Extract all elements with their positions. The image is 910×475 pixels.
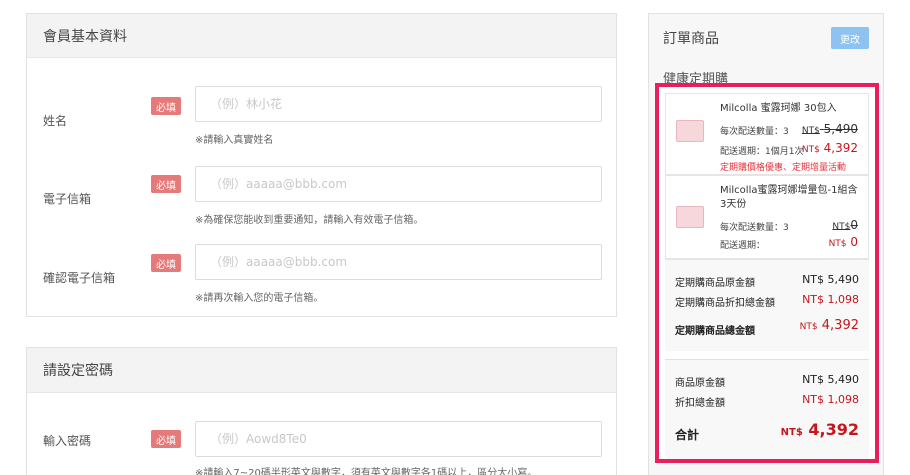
change-button[interactable]: 更改 [831,27,869,49]
grand-summary: 商品原金額 NT$ 5,490 折扣總金額 NT$ 1,098 合計 NT$ 4… [665,359,869,459]
original-price: NT$ 5,490 [801,122,858,136]
subscription-original-value: NT$ 5,490 [802,273,859,286]
promo-text: 定期購價格優惠、定期增量活動 [720,163,847,173]
password-label: 輸入密碼 [43,434,92,448]
name-label: 姓名 [43,114,68,128]
subscription-discount-value: NT$ 1,098 [802,293,859,306]
product-thumbnail [676,120,704,142]
order-item-card: Milcolla 蜜露珂娜 30包入 每次配送數量：3 NT$ 5,490 配送… [665,93,869,175]
product-name: Milcolla 蜜露珂娜 30包入 [720,103,837,114]
grand-discount-label: 折扣總金額 [675,398,725,409]
subscription-total-value: NT$ 4,392 [799,318,859,333]
confirm-email-hint: ※請再次輸入您的電子信箱。 [195,293,324,304]
password-panel: 請設定密碼 輸入密碼 必填 ※請輸入7~20碼半形英文與數字，須有英文與數字各1… [26,347,617,475]
name-hint: ※請輸入真實姓名 [195,135,274,146]
password-input[interactable] [195,421,602,457]
confirm-email-label: 確認電子信箱 [43,271,116,285]
product-name: Milcolla蜜露珂娜增量包-1組含3天份 [720,185,858,210]
original-price: NT$0 [832,218,858,232]
password-title: 請設定密碼 [27,348,616,393]
subscription-original-label: 定期購商品原金額 [675,278,755,289]
confirm-email-required-badge: 必填 [151,254,181,272]
name-required-badge: 必填 [151,97,181,115]
confirm-email-input[interactable] [195,244,602,280]
sale-price: NT$ 4,392 [801,141,858,155]
product-thumbnail [676,206,704,228]
member-info-title: 會員基本資料 [27,14,616,58]
member-info-panel: 會員基本資料 姓名 必填 ※請輸入真實姓名 電子信箱 必填 ※為確保您能收到重要… [26,13,617,317]
password-hint: ※請輸入7~20碼半形英文與數字，須有英文與數字各1碼以上，區分大小寫。 [195,468,538,475]
email-input[interactable] [195,166,602,202]
grand-original-value: NT$ 5,490 [802,373,859,386]
name-input[interactable] [195,86,602,122]
delivery-qty: 每次配送數量：3 [720,127,789,137]
order-highlight-box: Milcolla 蜜露珂娜 30包入 每次配送數量：3 NT$ 5,490 配送… [655,83,879,463]
delivery-qty: 每次配送數量：3 [720,223,789,233]
grand-total-label: 合計 [675,428,700,442]
sale-price: NT$ 0 [828,235,858,249]
grand-discount-value: NT$ 1,098 [802,393,859,406]
subscription-discount-label: 定期購商品折扣總金額 [675,298,775,309]
delivery-cycle: 配送週期： [720,241,766,251]
email-required-badge: 必填 [151,175,181,193]
delivery-cycle: 配送週期：1個月1次 [720,147,804,157]
password-required-badge: 必填 [151,430,181,448]
email-hint: ※為確保您能收到重要通知，請輸入有效電子信箱。 [195,215,424,226]
order-item-card: Milcolla蜜露珂娜增量包-1組含3天份 每次配送數量：3 NT$0 配送週… [665,175,869,259]
subscription-summary: 定期購商品原金額 NT$ 5,490 定期購商品折扣總金額 NT$ 1,098 … [665,259,869,351]
subscription-total-label: 定期購商品總金額 [675,326,755,337]
grand-total-value: NT$ 4,392 [780,420,859,439]
order-title: 訂單商品 [663,31,719,47]
grand-original-label: 商品原金額 [675,378,725,389]
email-label: 電子信箱 [43,192,92,206]
